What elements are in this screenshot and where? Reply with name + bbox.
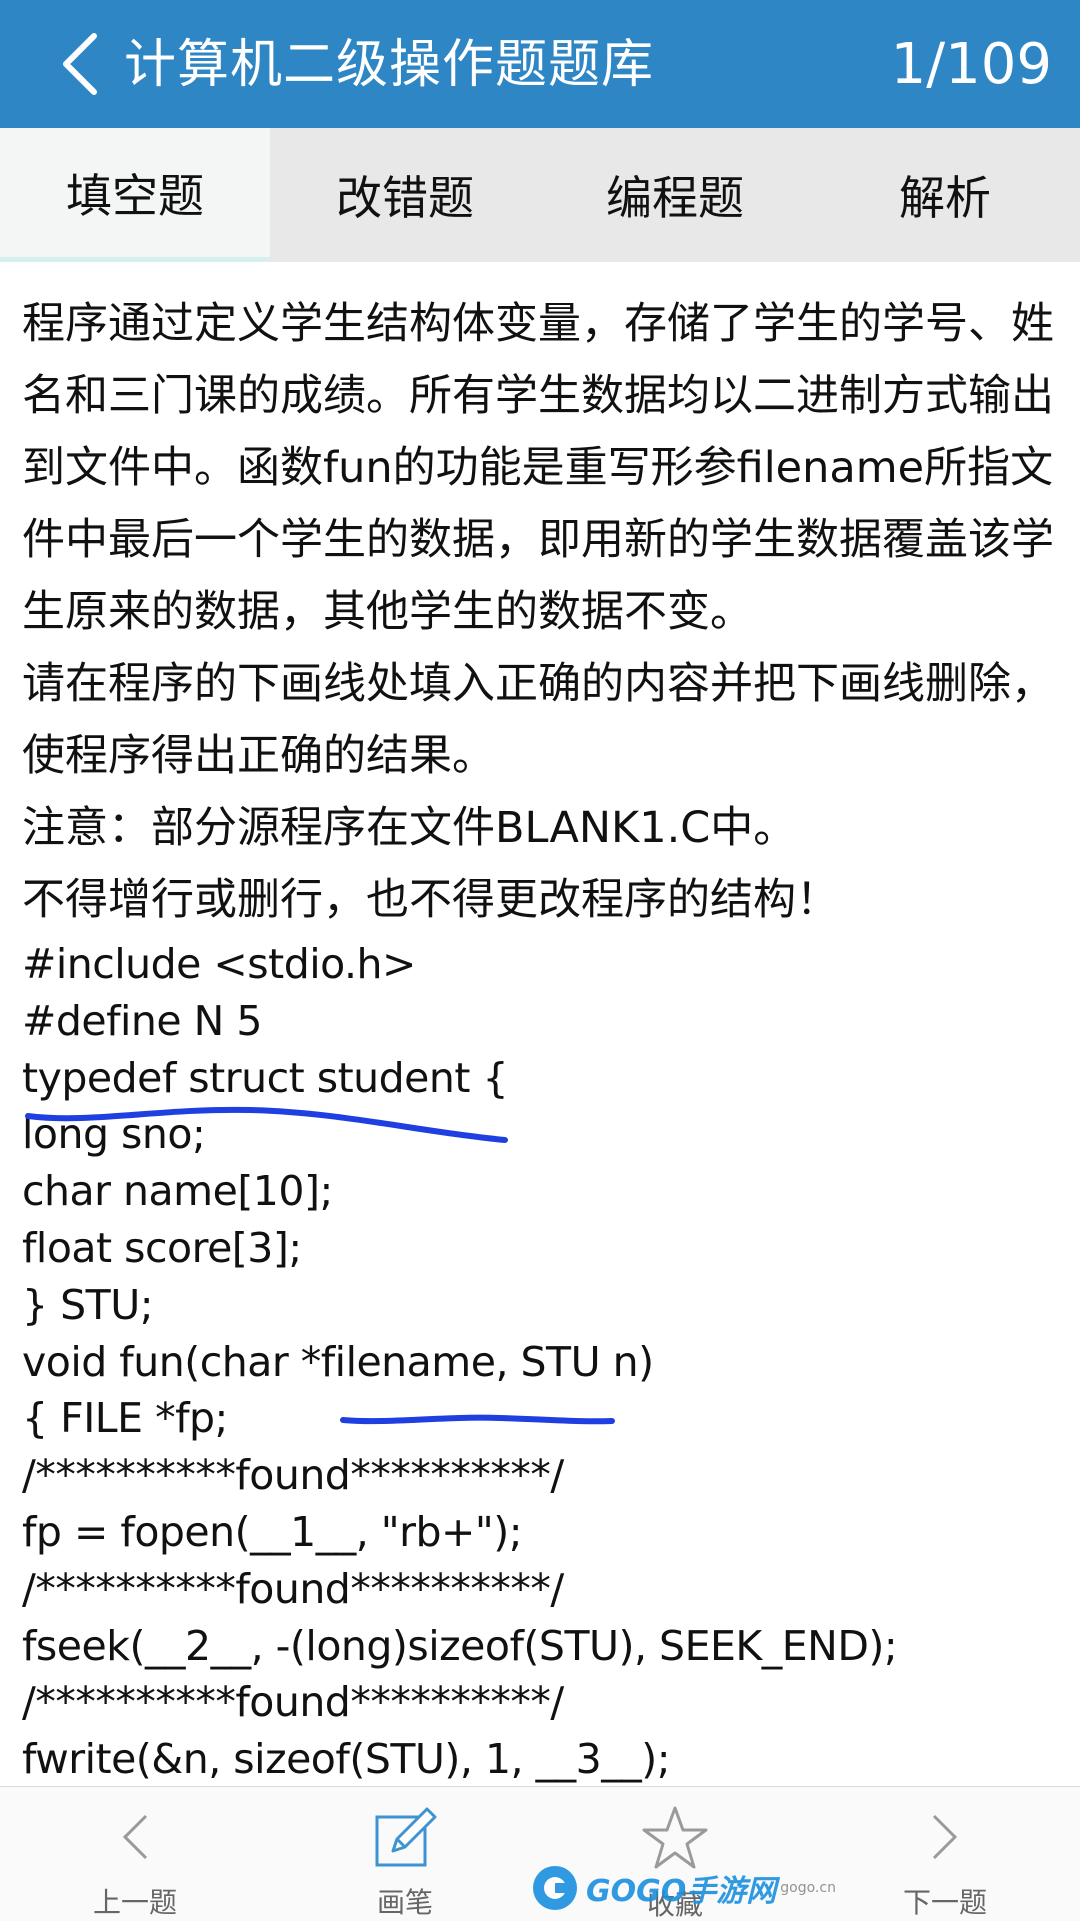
tab-analysis[interactable]: 解析 — [810, 128, 1080, 262]
code-line: /**********found**********/ — [22, 1564, 564, 1613]
code-line: void fun(char *filename, STU n) — [22, 1337, 654, 1386]
code-line: { FILE *fp; — [22, 1394, 228, 1443]
code-block: #include <stdio.h> #define N 5 typedef s… — [22, 936, 1062, 1788]
question-type-tabs: 填空题 改错题 编程题 解析 — [0, 128, 1080, 262]
code-line: char name[10]; — [22, 1167, 333, 1216]
chevron-left-icon — [63, 33, 97, 95]
next-question-button[interactable]: 下一题 — [810, 1787, 1080, 1921]
watermark: GOGO手游网 gogo.cn — [530, 1862, 836, 1914]
code-line: #define N 5 — [22, 996, 262, 1045]
code-line: #include <stdio.h> — [22, 940, 416, 988]
code-line: long sno; — [22, 1110, 206, 1159]
page-title: 计算机二级操作题题库 — [124, 35, 655, 95]
code-line: fp = fopen(__1__, "rb+"); — [22, 1507, 523, 1556]
question-instruction: 请在程序的下画线处填入正确的内容并把下画线删除，使程序得出正确的结果。 — [22, 659, 1054, 781]
code-line: /**********found**********/ — [22, 1678, 564, 1727]
code-line: fwrite(&n, sizeof(STU), 1, __3__); — [22, 1735, 671, 1784]
question-warning: 不得增行或删行，也不得更改程序的结构！ — [22, 875, 839, 925]
app-header: 计算机二级操作题题库 1/109 — [0, 0, 1080, 128]
question-description: 程序通过定义学生结构体变量，存储了学生的学号、姓名和三门课的成绩。所有学生数据均… — [22, 299, 1054, 637]
tab-programming[interactable]: 编程题 — [540, 128, 810, 262]
code-line: float score[3]; — [22, 1223, 302, 1272]
nav-label: 画笔 — [376, 1886, 433, 1919]
chevron-right-icon — [932, 1814, 958, 1860]
watermark-subtext: gogo.cn — [780, 1880, 836, 1896]
question-content[interactable]: 程序通过定义学生结构体变量，存储了学生的学号、姓名和三门课的成绩。所有学生数据均… — [22, 288, 1062, 1788]
tab-fill-blank[interactable]: 填空题 — [0, 128, 270, 262]
nav-label: 下一题 — [902, 1886, 987, 1919]
tab-fix-error[interactable]: 改错题 — [270, 128, 540, 262]
pen-button[interactable]: 画笔 — [270, 1787, 540, 1921]
pen-icon — [375, 1807, 437, 1867]
watermark-text: GOGO手游网 — [586, 1874, 777, 1909]
question-note: 注意：部分源程序在文件BLANK1.C中。 — [22, 803, 797, 853]
code-line: fseek(__2__, -(long)sizeof(STU), SEEK_EN… — [22, 1621, 898, 1670]
question-counter: 1/109 — [890, 32, 1052, 97]
watermark-logo-icon — [533, 1866, 577, 1910]
chevron-left-icon — [122, 1814, 148, 1860]
back-button[interactable] — [30, 18, 130, 110]
code-line: } STU; — [22, 1280, 154, 1329]
nav-label: 上一题 — [92, 1886, 177, 1919]
prev-question-button[interactable]: 上一题 — [0, 1787, 270, 1921]
code-line: typedef struct student { — [22, 1053, 509, 1102]
code-line: /**********found**********/ — [22, 1451, 564, 1500]
